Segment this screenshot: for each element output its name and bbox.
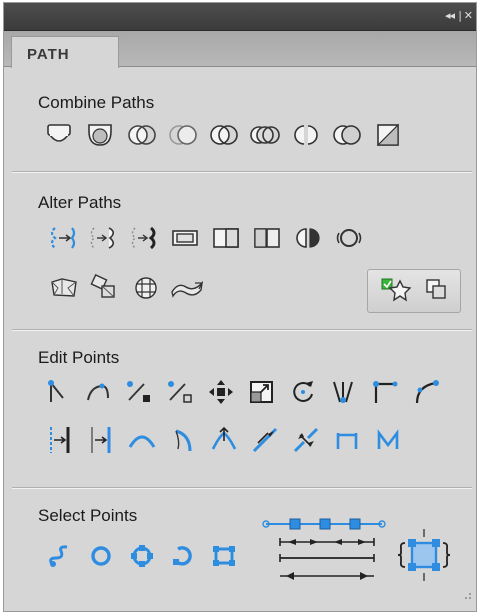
add-point-icon[interactable]	[120, 377, 158, 407]
section-title-select-points: Select Points	[38, 506, 138, 525]
copy-mode-icon[interactable]	[422, 275, 450, 308]
corner-handle-icon[interactable]	[366, 377, 404, 407]
select-bounds-icon[interactable]	[204, 541, 243, 571]
close-icon[interactable]: ✕	[464, 8, 473, 24]
select-next-icon[interactable]	[163, 541, 202, 571]
simplify-icon[interactable]	[329, 223, 368, 253]
envelope-icon[interactable]	[44, 273, 83, 303]
add-mode-icon[interactable]	[379, 275, 413, 308]
round-corners-icon[interactable]	[83, 223, 122, 253]
straighten-icon[interactable]	[245, 425, 284, 455]
union-icon[interactable]	[40, 120, 79, 150]
tab-path[interactable]: PATH	[11, 36, 119, 68]
bridge-icon[interactable]	[327, 425, 366, 455]
edit-points-toolbar-row1	[38, 377, 448, 407]
punch-icon[interactable]	[122, 120, 161, 150]
twist-icon[interactable]	[167, 273, 206, 303]
smooth-point-icon[interactable]	[325, 377, 363, 407]
xor-icon[interactable]	[245, 120, 284, 150]
split-path-icon[interactable]	[288, 223, 327, 253]
grid-warp-icon[interactable]	[126, 273, 165, 303]
inset-icon[interactable]	[206, 223, 245, 253]
tab-strip: PATH	[4, 31, 476, 68]
section-title-alter-paths: Alter Paths	[38, 193, 122, 212]
split-icon[interactable]	[204, 120, 243, 150]
bend-icon[interactable]	[163, 425, 202, 455]
expand-stroke-icon[interactable]	[165, 223, 204, 253]
scale-points-icon[interactable]	[243, 377, 281, 407]
join-icon[interactable]	[286, 120, 325, 150]
align-right-icon[interactable]	[81, 425, 120, 455]
select-first-icon[interactable]	[40, 541, 79, 571]
panel-title-bar: ◂◂ | ✕	[4, 3, 476, 31]
taper-icon[interactable]	[124, 223, 163, 253]
curve-handle-icon[interactable]	[407, 377, 445, 407]
curve-point-icon[interactable]	[79, 377, 117, 407]
select-all-icon[interactable]	[81, 541, 120, 571]
alter-paths-toolbar-row1	[42, 223, 370, 253]
section-divider	[12, 171, 472, 173]
edit-points-toolbar-row2	[40, 425, 409, 455]
arc-icon[interactable]	[122, 425, 161, 455]
mode-toggle-group	[367, 269, 461, 313]
fit-points-icon[interactable]	[397, 527, 451, 588]
rotate-points-icon[interactable]	[284, 377, 322, 407]
zigzag-icon[interactable]	[368, 425, 407, 455]
delete-point-icon[interactable]	[161, 377, 199, 407]
section-divider	[12, 487, 472, 489]
align-left-icon[interactable]	[40, 425, 79, 455]
resize-grip-icon[interactable]	[462, 589, 472, 607]
fillet-icon[interactable]	[42, 223, 81, 253]
alter-paths-toolbar-row2	[44, 273, 208, 303]
select-opposite-icon[interactable]	[122, 541, 161, 571]
section-title-combine-paths: Combine Paths	[38, 93, 155, 112]
crop-icon[interactable]	[163, 120, 202, 150]
select-points-toolbar	[40, 541, 245, 571]
move-point-icon[interactable]	[202, 377, 240, 407]
collapse-icon[interactable]: ◂◂	[445, 8, 455, 24]
fragment-icon[interactable]	[368, 120, 407, 150]
intersect-icon[interactable]	[81, 120, 120, 150]
path-panel: ◂◂ | ✕ PATH Combine Paths Alter Paths Ed…	[3, 2, 477, 612]
point-spacing-icon[interactable]	[262, 516, 388, 591]
raise-icon[interactable]	[204, 425, 243, 455]
disconnect-icon[interactable]	[286, 425, 325, 455]
combine-paths-toolbar	[40, 120, 409, 150]
mirror-icon[interactable]	[247, 223, 286, 253]
distort-icon[interactable]	[85, 273, 124, 303]
divide-icon[interactable]	[327, 120, 366, 150]
section-title-edit-points: Edit Points	[38, 348, 120, 367]
section-divider	[12, 329, 472, 331]
title-separator: |	[458, 9, 462, 22]
corner-point-icon[interactable]	[38, 377, 76, 407]
